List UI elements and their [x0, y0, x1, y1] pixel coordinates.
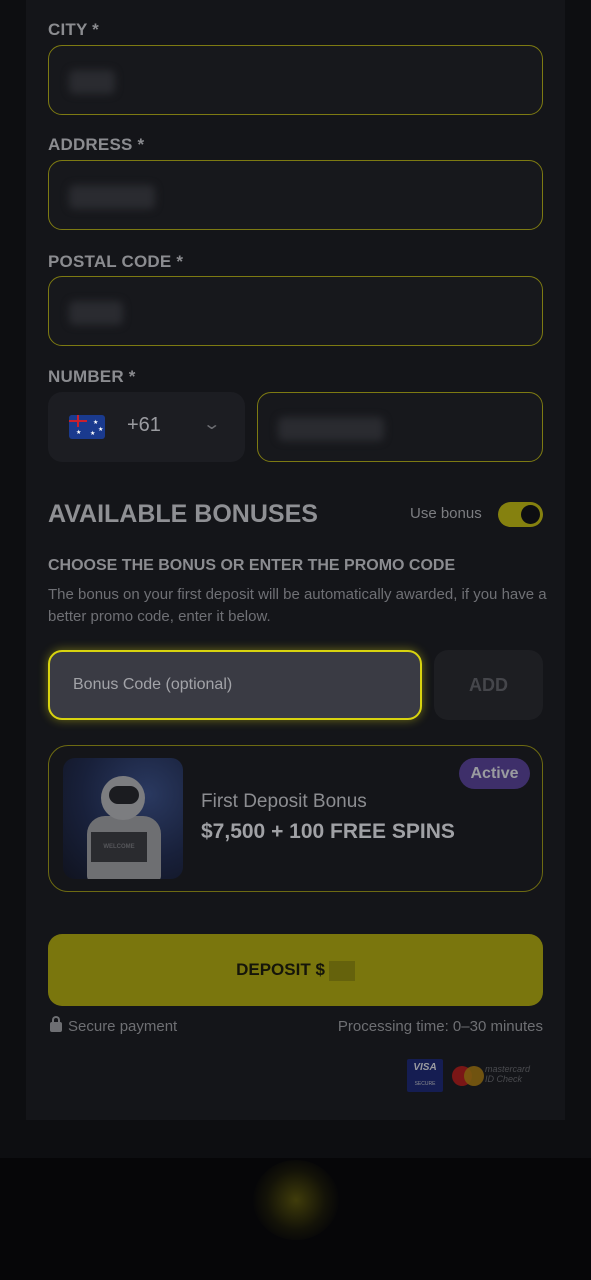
secure-payment: Secure payment [50, 1016, 178, 1035]
add-promo-button[interactable]: ADD [434, 650, 543, 720]
available-bonuses-title: AVAILABLE BONUSES [48, 500, 318, 528]
center-nav-button[interactable] [253, 1160, 339, 1240]
chevron-down-icon: ⌄ [202, 416, 222, 433]
bonus-name: First Deposit Bonus [201, 791, 367, 812]
choose-bonus-title: CHOOSE THE BONUS OR ENTER THE PROMO CODE [48, 557, 456, 574]
secure-payment-label: Secure payment [68, 1018, 178, 1035]
astronaut-bonus-image: WELCOME [63, 758, 183, 879]
postal-code-label: POSTAL CODE * [48, 252, 184, 271]
deposit-amount-redacted [328, 960, 355, 981]
phone-value-redacted [278, 417, 384, 441]
city-value-redacted [69, 70, 115, 94]
phone-number-input[interactable] [257, 392, 543, 462]
address-value-redacted [69, 185, 155, 209]
welcome-sign: WELCOME [91, 832, 147, 862]
deposit-label: DEPOSIT $ [236, 960, 325, 979]
bonus-value: $7,500 + 100 FREE SPINS [201, 820, 455, 843]
city-input[interactable] [48, 45, 543, 115]
promo-code-input[interactable]: Bonus Code (optional) [48, 650, 422, 720]
phone-code-select[interactable]: ★ ★ ★ ★ +61 ⌄ [48, 392, 245, 462]
bonus-description: The bonus on your first deposit will be … [48, 586, 547, 625]
mastercard-logo [452, 1066, 488, 1086]
visa-secure-logo: VISA SECURE [407, 1059, 443, 1092]
australia-flag-icon: ★ ★ ★ ★ [69, 415, 105, 439]
deposit-button[interactable]: DEPOSIT $ [48, 934, 543, 1006]
city-label: CITY * [48, 20, 99, 39]
number-label: NUMBER * [48, 367, 136, 386]
use-bonus-toggle[interactable] [498, 502, 543, 527]
lock-icon [50, 1016, 62, 1032]
active-badge: Active [459, 758, 530, 789]
use-bonus-label: Use bonus [410, 505, 482, 522]
postal-value-redacted [69, 301, 123, 325]
address-input[interactable] [48, 160, 543, 230]
address-label: ADDRESS * [48, 135, 145, 154]
phone-code-value: +61 [127, 414, 161, 436]
toggle-knob [521, 505, 540, 524]
processing-time: Processing time: 0–30 minutes [337, 1018, 543, 1035]
promo-code-placeholder: Bonus Code (optional) [73, 676, 233, 693]
mastercard-id-check-text: mastercard ID Check [485, 1064, 531, 1084]
postal-code-input[interactable] [48, 276, 543, 346]
